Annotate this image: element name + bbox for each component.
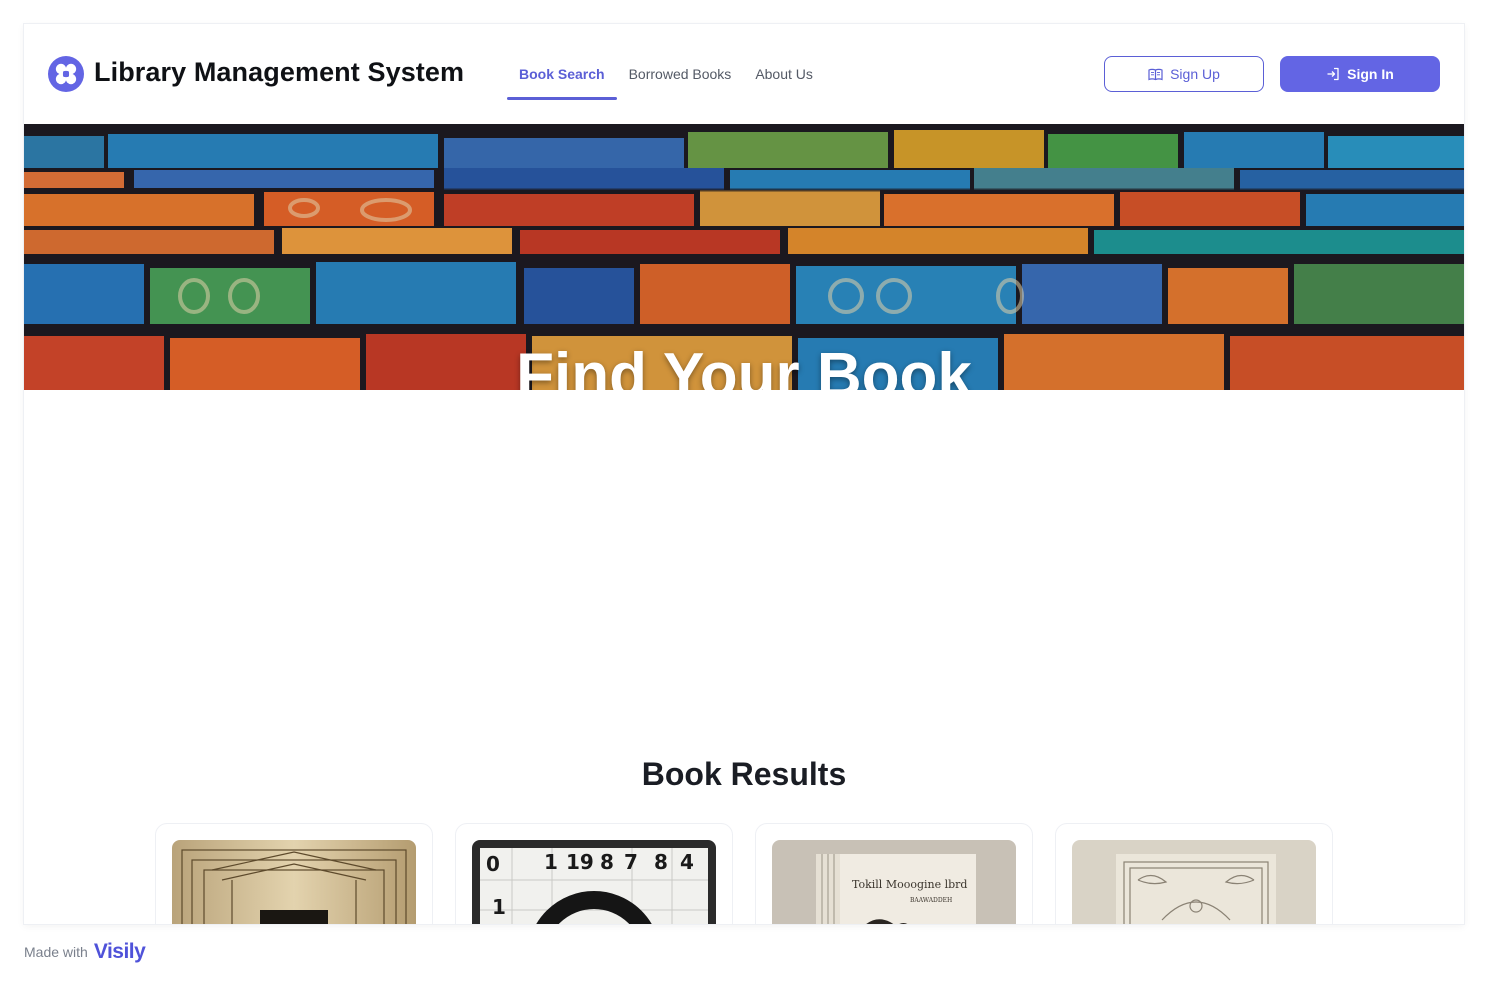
book-card[interactable]: 0 1 19 8 784 1 — [455, 823, 733, 924]
book-cover-image — [1072, 840, 1316, 924]
app-title: Library Management System — [94, 57, 465, 87]
footer: Made with Visily — [24, 940, 146, 964]
main-nav: Book Search Borrowed Books About Us — [507, 24, 825, 124]
nav-item-book-search[interactable]: Book Search — [507, 24, 617, 124]
app-window: Library Management System Book Search Bo… — [24, 24, 1464, 924]
svg-text:19: 19 — [566, 850, 594, 874]
book-cover-image: Tokill Mooogine lbrd BAAWADDEH — [772, 840, 1016, 924]
sign-up-label: Sign Up — [1170, 66, 1220, 82]
svg-text:1: 1 — [544, 850, 558, 874]
svg-text:1: 1 — [492, 895, 506, 919]
svg-text:0: 0 — [486, 852, 500, 876]
nav-item-borrowed-books[interactable]: Borrowed Books — [617, 24, 744, 124]
book-card[interactable] — [1055, 823, 1333, 924]
book-card[interactable]: Tokill Mooogine lbrd BAAWADDEH — [755, 823, 1033, 924]
sign-in-button[interactable]: Sign In — [1280, 56, 1440, 92]
visily-logo[interactable]: Visily — [94, 940, 146, 964]
book-open-icon — [1148, 68, 1163, 80]
hero-title: Find Your Book — [516, 341, 972, 390]
svg-text:8: 8 — [600, 850, 614, 874]
nav-item-about-us[interactable]: About Us — [743, 24, 825, 124]
book-cover-title: Tokill Mooogine lbrd — [852, 878, 967, 891]
sign-up-button[interactable]: Sign Up — [1104, 56, 1264, 92]
made-with-label: Made with — [24, 944, 88, 960]
results-title: Book Results — [641, 756, 847, 792]
book-cover-subtitle: BAAWADDEH — [910, 897, 952, 904]
login-arrow-icon — [1327, 67, 1339, 81]
flower-logo-icon[interactable] — [48, 56, 84, 92]
book-cover-image — [172, 840, 416, 924]
sign-in-label: Sign In — [1347, 66, 1394, 82]
svg-text:8: 8 — [654, 850, 668, 874]
hero-banner: Find Your Book — [24, 124, 1464, 390]
book-card[interactable] — [155, 823, 433, 924]
svg-text:7: 7 — [624, 850, 638, 874]
svg-text:4: 4 — [680, 850, 694, 874]
book-cover-image: 0 1 19 8 784 1 — [472, 840, 716, 924]
header: Library Management System Book Search Bo… — [24, 24, 1464, 124]
